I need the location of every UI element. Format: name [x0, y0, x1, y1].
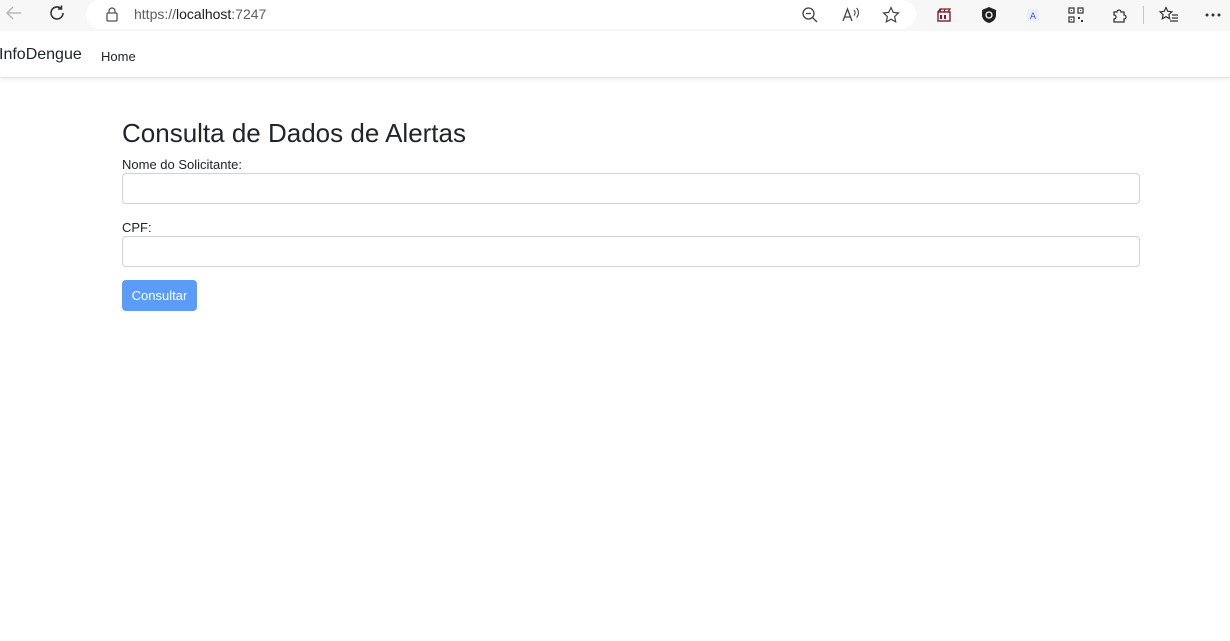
qr-code-icon[interactable] [1064, 3, 1088, 27]
extension-shield-icon[interactable] [977, 3, 1001, 27]
read-aloud-icon[interactable] [840, 4, 862, 26]
name-input[interactable] [122, 173, 1140, 204]
brand-link[interactable]: InfoDengue [0, 46, 82, 64]
consultar-button[interactable]: Consultar [122, 280, 197, 311]
address-bar[interactable]: https://localhost:7247 [86, 0, 916, 29]
url-text[interactable]: https://localhost:7247 [134, 6, 266, 22]
url-scheme: https:// [134, 6, 177, 22]
browser-toolbar: https://localhost:7247 A [0, 0, 1230, 31]
nav-home-link[interactable]: Home [101, 49, 136, 64]
cpf-label: CPF: [122, 220, 152, 235]
cpf-input[interactable] [122, 236, 1140, 267]
url-host: localhost [176, 6, 232, 22]
back-arrow-icon [5, 5, 23, 26]
extension-translate-icon[interactable]: A [1021, 3, 1045, 27]
page-title: Consulta de Dados de Alertas [122, 118, 466, 148]
name-label: Nome do Solicitante: [122, 157, 242, 172]
lock-icon[interactable] [104, 6, 120, 22]
toolbar-divider [1143, 6, 1144, 24]
extension-clapper-icon[interactable] [932, 3, 956, 27]
app-navbar: InfoDengue Home [0, 33, 1230, 78]
refresh-button[interactable] [44, 3, 70, 27]
favorite-star-icon[interactable] [880, 4, 902, 26]
more-icon[interactable] [1201, 3, 1225, 27]
extensions-puzzle-icon[interactable] [1108, 3, 1132, 27]
back-button[interactable] [1, 3, 27, 27]
favorites-list-icon[interactable] [1157, 3, 1181, 27]
url-port: :7247 [231, 6, 267, 22]
svg-text:A: A [1030, 12, 1037, 22]
zoom-out-icon[interactable] [799, 4, 821, 26]
refresh-icon [48, 4, 66, 27]
